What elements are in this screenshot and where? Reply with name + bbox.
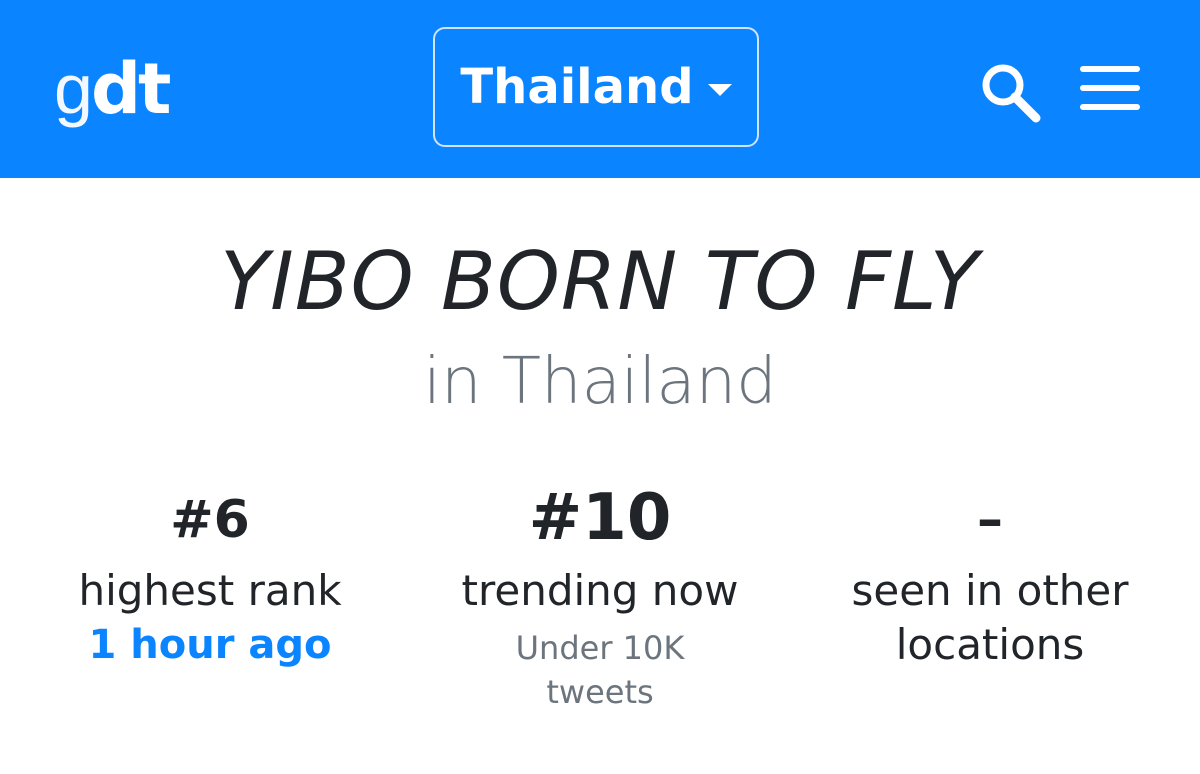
highest-rank-label: highest rank — [78, 566, 342, 615]
country-selector-label: Thailand — [460, 59, 694, 115]
trend-title: YIBO BORN TO FLY — [220, 235, 980, 328]
stat-other-locations: – seen in other locations — [800, 478, 1180, 672]
stat-trending-now: #10 trending now Under 10K tweets — [410, 478, 790, 714]
logo-light-part: g — [54, 50, 93, 128]
menu-line — [1080, 85, 1140, 91]
trending-now-value: #10 — [528, 481, 672, 555]
caret-down-icon — [707, 84, 732, 96]
logo-bold-part: dt — [90, 48, 172, 130]
other-locations-value: – — [977, 490, 1003, 550]
logo[interactable]: g dt — [54, 44, 172, 134]
trend-location: in Thailand — [423, 345, 777, 419]
country-selector-button[interactable]: Thailand — [433, 27, 759, 147]
other-locations-label: seen in other locations — [851, 566, 1129, 669]
hamburger-menu-icon[interactable] — [1080, 66, 1140, 110]
highest-rank-value: #6 — [170, 490, 250, 550]
menu-line — [1080, 66, 1140, 72]
trending-now-label: trending now — [461, 566, 739, 615]
menu-line — [1080, 104, 1140, 110]
navbar: g dt Thailand — [0, 0, 1200, 178]
tweet-volume: Under 10K tweets — [515, 629, 685, 711]
search-icon[interactable] — [978, 60, 1042, 124]
highest-rank-time-link[interactable]: 1 hour ago — [20, 618, 400, 672]
stat-highest-rank: #6 highest rank 1 hour ago — [20, 478, 400, 672]
